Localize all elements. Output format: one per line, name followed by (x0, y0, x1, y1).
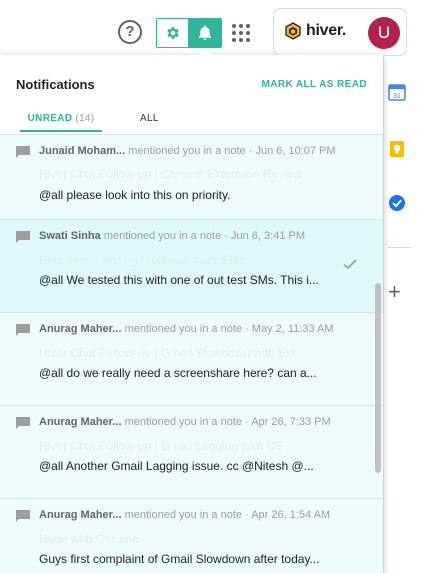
side-panel-rail: 31 + (383, 56, 423, 573)
notification-meta: Anurag Maher... mentioned you in a note … (39, 416, 331, 428)
notification-meta: Swati Sinha mentioned you in a note · Ju… (39, 230, 306, 242)
action-text: mentioned you in a note (103, 230, 222, 242)
tasks-icon[interactable] (388, 194, 406, 212)
notification-item[interactable]: Anurag Maher... mentioned you in a note … (0, 499, 383, 573)
help-icon[interactable]: ? (118, 20, 142, 44)
scrollbar[interactable] (375, 283, 381, 473)
notification-item[interactable]: Anurag Maher... mentioned you in a note … (0, 406, 383, 499)
message-preview: @all do we really need a screenshare her… (39, 366, 317, 380)
gear-icon (166, 27, 179, 39)
account-switcher[interactable]: hiver. U (273, 8, 407, 56)
notification-item[interactable]: Junaid Moham... mentioned you in a note … (0, 135, 383, 220)
sender-name: Swati Sinha (39, 230, 101, 242)
comment-icon (16, 417, 30, 429)
sender-name: Anurag Maher... (39, 416, 122, 428)
rail-separator (387, 247, 411, 248)
apps-grid-icon[interactable] (232, 24, 250, 42)
tab-all[interactable]: ALL (140, 113, 159, 124)
calendar-day-label: 31 (393, 93, 401, 100)
message-preview: @all We tested this with one of out test… (39, 273, 319, 287)
unread-count: (14) (75, 113, 95, 124)
timestamp: Apr 26, 7:33 PM (251, 416, 331, 428)
subject-text: Hiver Chat Follow-up | Gmail Slowdown wi… (39, 346, 296, 360)
notification-meta: Anurag Maher... mentioned you in a note … (39, 509, 331, 521)
bell-icon (198, 25, 211, 41)
action-text: mentioned you in a note (124, 323, 243, 335)
action-text: mentioned you in a note (124, 416, 243, 428)
top-bar: ? hiver. U (0, 0, 423, 60)
sender-name: Anurag Maher... (39, 509, 122, 521)
notifications-panel: Notifications MARK ALL AS READ UNREAD (1… (0, 55, 383, 573)
sender-name: Junaid Moham... (39, 145, 126, 157)
avatar[interactable]: U (368, 17, 400, 49)
subject-text: Hiver Chat Follow-up | Gmail Lagging wit… (39, 439, 283, 453)
check-icon[interactable] (343, 258, 357, 270)
timestamp: Jun 6, 3:41 PM (231, 230, 306, 242)
comment-icon (16, 324, 30, 336)
subject-text: Issue with Chrome (39, 532, 139, 546)
message-preview: Guys first complaint of Gmail Slowdown a… (39, 552, 320, 566)
hiver-logo: hiver. (284, 22, 346, 40)
notification-item[interactable]: Anurag Maher... mentioned you in a note … (0, 313, 383, 406)
timestamp: May 2, 11:33 AM (251, 323, 334, 335)
popover-caret (198, 48, 212, 55)
message-preview: @all please look into this on priority. (39, 188, 231, 202)
message-preview: @all Another Gmail Lagging issue. cc @Ni… (39, 459, 314, 473)
bulb-icon[interactable] (388, 140, 406, 158)
timestamp: Apr 26, 1:54 AM (251, 509, 331, 521)
notification-meta: Anurag Maher... mentioned you in a note … (39, 323, 334, 335)
comment-icon (16, 510, 30, 522)
comment-icon (16, 146, 30, 158)
action-text: mentioned you in a note (128, 145, 246, 157)
tab-unread[interactable]: UNREAD (14) (20, 113, 102, 132)
plus-icon[interactable]: + (388, 281, 401, 303)
hiver-logo-icon (285, 22, 301, 40)
notifications-button[interactable] (188, 19, 221, 47)
subject-text: Hiver Chat Follow-up | Chrome Extension … (39, 167, 303, 181)
mark-all-read-button[interactable]: MARK ALL AS READ (262, 79, 367, 90)
subject-text: Experience testing feedback from SMs (39, 253, 245, 267)
hiver-brand-text: hiver. (306, 22, 347, 39)
calendar-icon[interactable]: 31 (388, 83, 406, 101)
rail-divider (383, 56, 384, 573)
notification-meta: Junaid Moham... mentioned you in a note … (39, 145, 336, 157)
notification-list[interactable]: Junaid Moham... mentioned you in a note … (0, 135, 383, 573)
comment-icon (16, 231, 30, 243)
hiver-toolbar (156, 18, 222, 48)
sender-name: Anurag Maher... (39, 323, 122, 335)
panel-title: Notifications (16, 77, 95, 92)
notification-item[interactable]: Swati Sinha mentioned you in a note · Ju… (0, 220, 383, 313)
settings-button[interactable] (157, 19, 189, 47)
timestamp: Jun 6, 10:07 PM (255, 145, 336, 157)
panel-header: Notifications MARK ALL AS READ UNREAD (1… (0, 55, 383, 135)
tab-unread-label: UNREAD (27, 113, 73, 124)
action-text: mentioned you in a note (124, 509, 243, 521)
